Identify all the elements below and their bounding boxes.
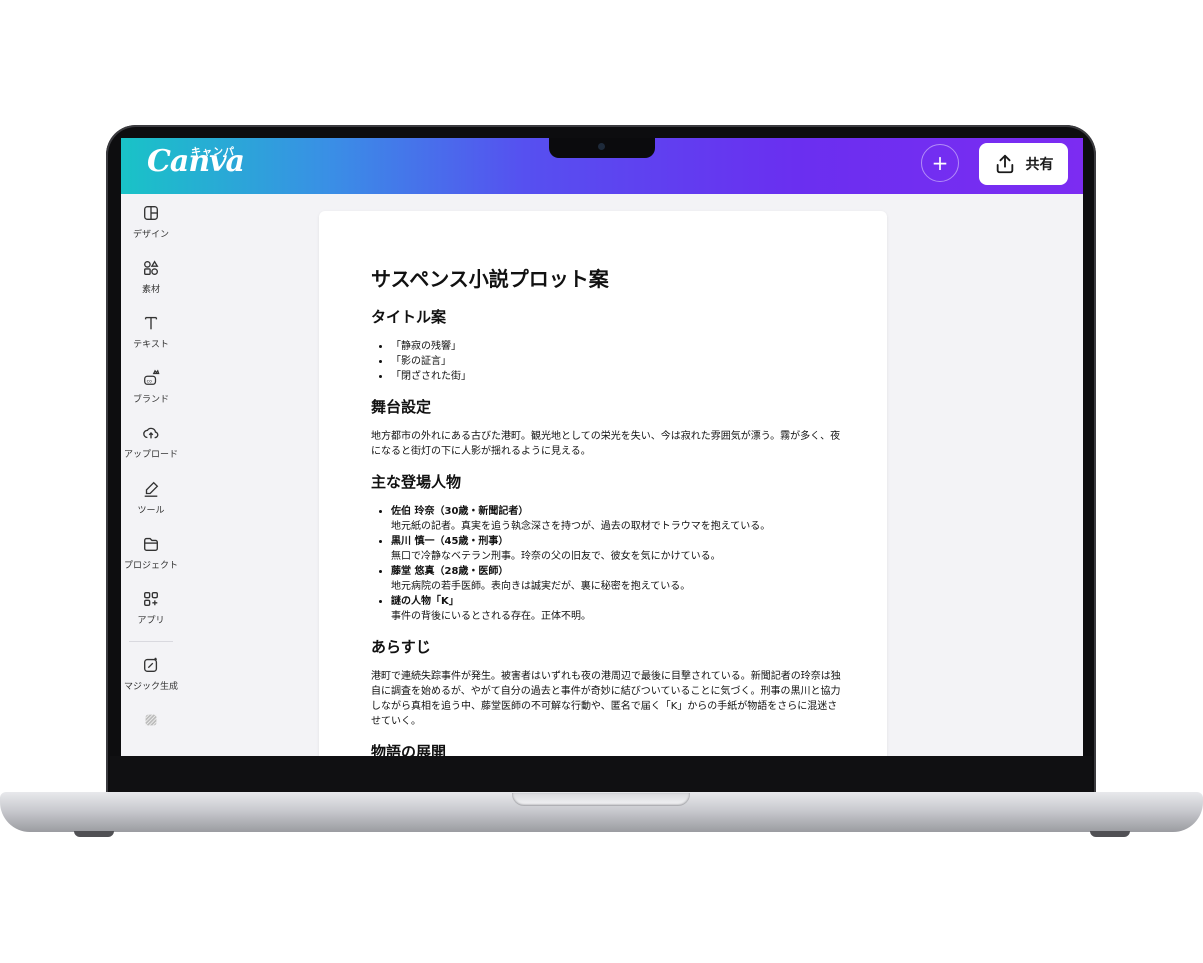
camera-icon [598, 143, 605, 150]
sidebar-item-label: アップロード [123, 450, 178, 461]
share-label: 共有 [1025, 157, 1054, 173]
tools-icon [144, 481, 159, 497]
laptop-foot-right [1090, 831, 1130, 837]
elements-icon [144, 260, 159, 276]
document-page[interactable]: サスペンス小説プロット案 タイトル案 「静寂の残響」 「影の証言」 「閉ざされた… [319, 211, 887, 756]
sidebar-item-upload[interactable]: アップロード [121, 414, 181, 469]
section-heading-setting: 舞台設定 [371, 398, 432, 416]
sidebar-item-label: ツール [137, 505, 165, 516]
section-heading-development: 物語の展開 [371, 743, 447, 756]
camera-notch [549, 138, 655, 158]
list-item: 黒川 慎一（45歳・刑事） 無口で冷静なベテラン刑事。玲奈の父の旧友で、彼女を気… [391, 534, 841, 564]
synopsis-paragraph: 港町で連続失踪事件が発生。被害者はいずれも夜の港周辺で最後に目撃されている。新聞… [371, 671, 841, 727]
magic-icon [144, 657, 158, 672]
laptop-screen: Canva キャンパ + 共有 デザイン 素材 テキスト co ブランド アップ… [121, 138, 1083, 756]
svg-text:co: co [147, 380, 152, 385]
sidebar-item-label: テキスト [133, 340, 169, 351]
character-name: 藤堂 悠真（28歳・医師） [391, 566, 509, 577]
sidebar-item-apps[interactable]: アプリ [121, 580, 181, 635]
laptop-foot-left [74, 831, 114, 837]
list-item: 藤堂 悠真（28歳・医師） 地元病院の若手医師。表向きは誠実だが、裏に秘密を抱え… [391, 564, 841, 594]
brand-icon: co [144, 369, 160, 386]
character-description: 地元病院の若手医師。表向きは誠実だが、裏に秘密を抱えている。 [391, 581, 691, 592]
sidebar-item-label: 素材 [141, 285, 160, 296]
list-item: 佐伯 玲奈（30歳・新聞記者） 地元紙の記者。真実を追う執念深さを持つが、過去の… [391, 504, 841, 534]
text-icon [144, 317, 158, 330]
laptop-opening-notch [512, 793, 690, 806]
canva-logo-kana: キャンパ [191, 147, 235, 158]
sidebar-item-text[interactable]: テキスト [121, 304, 181, 359]
character-name: 佐伯 玲奈（30歳・新聞記者） [391, 506, 529, 517]
title-candidates-list: 「静寂の残響」 「影の証言」 「閉ざされた街」 [371, 339, 841, 384]
sidebar-item-tools[interactable]: ツール [121, 470, 181, 525]
list-item: 「閉ざされた街」 [391, 369, 841, 384]
sidebar-item-elements[interactable]: 素材 [121, 249, 181, 304]
document-title: サスペンス小説プロット案 [371, 267, 609, 291]
character-description: 事件の背後にいるとされる存在。正体不明。 [391, 611, 591, 622]
top-bar: Canva キャンパ + 共有 [121, 138, 1083, 194]
character-name: 黒川 慎一（45歳・刑事） [391, 536, 509, 547]
setting-paragraph: 地方都市の外れにある古びた港町。観光地としての栄光を失い、今は寂れた雰囲気が漂う… [371, 431, 841, 457]
upload-icon [143, 428, 159, 439]
characters-list: 佐伯 玲奈（30歳・新聞記者） 地元紙の記者。真実を追う執念深さを持つが、過去の… [371, 504, 841, 624]
share-button[interactable]: 共有 [979, 143, 1068, 185]
section-heading-characters: 主な登場人物 [371, 473, 462, 491]
list-item: 「静寂の残響」 [391, 339, 841, 354]
document-content: サスペンス小説プロット案 タイトル案 「静寂の残響」 「影の証言」 「閉ざされた… [371, 263, 841, 756]
sidebar-item-label: デザイン [132, 230, 169, 240]
sidebar-item-magic[interactable]: マジック生成 [121, 646, 181, 701]
sidebar-item-design[interactable]: デザイン [121, 194, 181, 249]
sidebar-divider [129, 640, 173, 642]
laptop-bezel-bottom [110, 756, 1092, 794]
list-item: 「影の証言」 [391, 354, 841, 369]
sidebar: デザイン 素材 テキスト co ブランド アップロード ツール プロジェクト ア [121, 194, 181, 756]
sidebar-item-label: マジック生成 [123, 681, 178, 692]
sidebar-item-brand[interactable]: co ブランド [121, 359, 181, 414]
character-description: 地元紙の記者。真実を追う執念深さを持つが、過去の取材でトラウマを抱えている。 [391, 521, 771, 532]
folder-icon [144, 537, 158, 551]
sidebar-item-label: アプリ [137, 615, 165, 626]
character-name: 謎の人物「K」 [391, 596, 459, 607]
apps-icon [144, 591, 158, 606]
section-heading-synopsis: あらすじ [371, 638, 431, 656]
design-icon [144, 206, 158, 220]
sidebar-item-more[interactable] [121, 701, 181, 756]
add-button[interactable]: + [921, 144, 959, 182]
section-heading-titles: タイトル案 [371, 308, 447, 326]
plus-icon: + [931, 151, 949, 175]
pattern-icon [145, 714, 157, 726]
list-item: 謎の人物「K」 事件の背後にいるとされる存在。正体不明。 [391, 594, 841, 624]
character-description: 無口で冷静なベテラン刑事。玲奈の父の旧友で、彼女を気にかけている。 [391, 551, 721, 562]
sidebar-item-projects[interactable]: プロジェクト [121, 525, 181, 580]
sidebar-item-label: プロジェクト [123, 560, 178, 571]
sidebar-item-label: ブランド [132, 395, 169, 406]
share-icon [996, 154, 1013, 174]
